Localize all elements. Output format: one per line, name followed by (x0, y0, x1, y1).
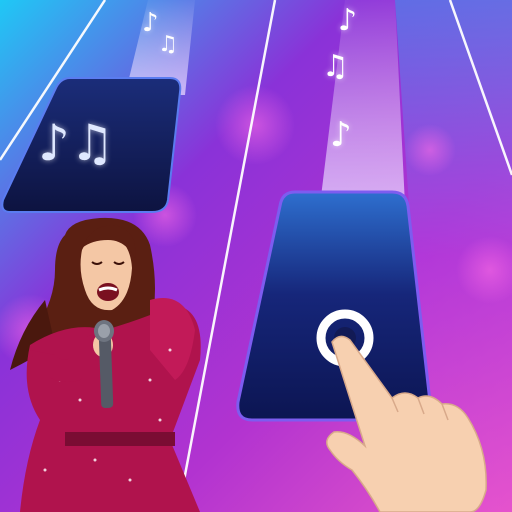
character-illustration (10, 217, 487, 512)
game-scene: ♪ ♫ ♪ ♫ ♪ ♪♫ (0, 0, 512, 512)
pointing-hand-icon (326, 335, 487, 512)
